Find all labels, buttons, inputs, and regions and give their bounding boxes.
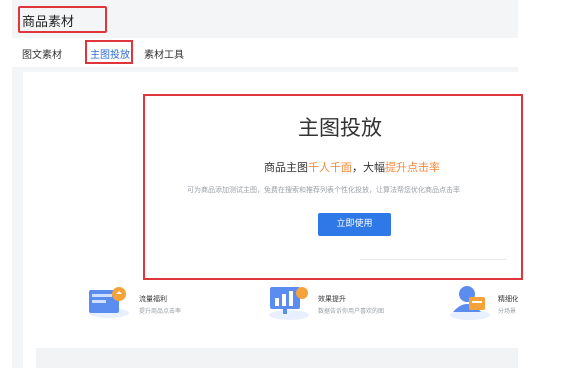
hero-subtitle-highlight: 千人千面: [308, 161, 352, 174]
feature-desc: 分场景: [498, 308, 517, 315]
hero-subtitle-highlight: 提升点击率: [385, 161, 440, 174]
hero-subtitle: 商品主图千人千面，大幅提升点击率: [264, 159, 440, 175]
hero-title: 主图投放: [298, 116, 382, 140]
hero-description: 可为商品添加测试主图，免费在搜索和推荐列表个性化投放，让算法帮您优化商品点击率: [187, 186, 460, 194]
feature-desc: 数据告诉你用户喜欢的图: [318, 308, 385, 315]
feature-desc: 提升商品点击率: [139, 308, 182, 315]
chart-screen-icon: [269, 287, 309, 320]
hero-subtitle-text: ，大幅: [352, 161, 385, 174]
traffic-icon: [89, 287, 129, 318]
tab-highlight-box: [85, 40, 133, 64]
tab-image-text-material[interactable]: 图文素材: [22, 46, 62, 61]
use-now-button[interactable]: 立即使用: [318, 213, 391, 236]
feature-title: 效果提升: [318, 295, 346, 303]
title-highlight-box: [18, 6, 107, 33]
user-profile-icon: [450, 286, 490, 320]
tab-material-tools[interactable]: 素材工具: [144, 46, 184, 61]
bottom-panel: [36, 348, 518, 368]
feature-title: 精细化: [498, 295, 518, 303]
hero-divider: [360, 259, 506, 260]
feature-title: 流量福利: [139, 295, 167, 303]
hero-subtitle-text: 商品主图: [264, 161, 308, 174]
